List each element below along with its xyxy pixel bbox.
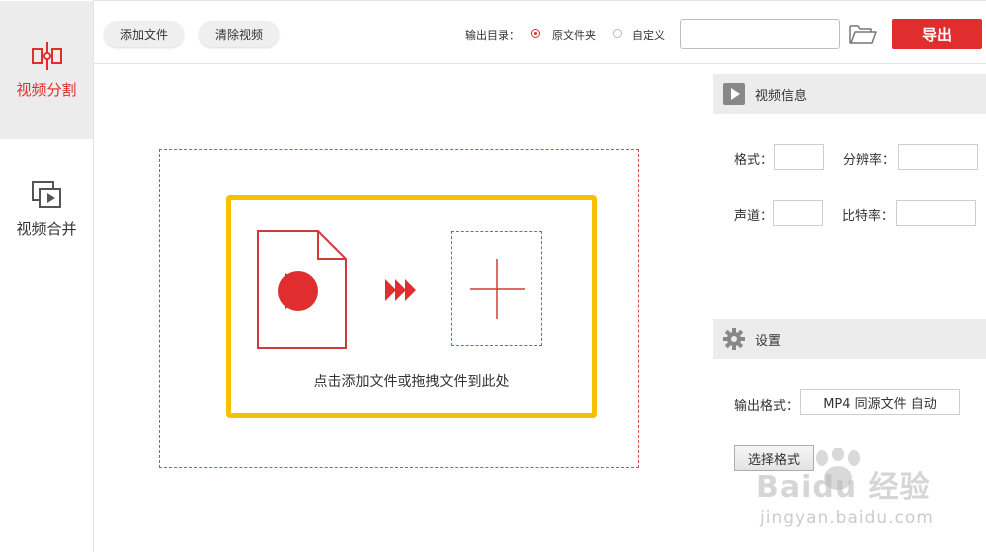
resolution-field <box>898 144 978 170</box>
channel-label: 声道： <box>734 209 774 224</box>
radio-source-folder[interactable] <box>531 29 540 38</box>
radio-custom-folder-label[interactable]: 自定义 <box>632 27 665 43</box>
add-file-target[interactable] <box>451 231 542 346</box>
toolbar: 添加文件 清除视频 输出目录： 原文件夹 自定义 导出 <box>94 0 986 64</box>
radio-source-folder-label[interactable]: 原文件夹 <box>552 27 596 43</box>
bitrate-label: 比特率： <box>842 209 895 224</box>
sidebar-item-label: 视频合并 <box>16 219 77 238</box>
video-info-title: 视频信息 <box>755 88 808 104</box>
merge-icon <box>31 180 61 208</box>
settings-title: 设置 <box>755 333 782 349</box>
output-format-label: 输出格式： <box>734 399 800 414</box>
bitrate-field <box>896 200 976 226</box>
split-icon <box>31 41 62 70</box>
sidebar-item-label: 视频分割 <box>16 80 77 99</box>
sidebar-item-video-split[interactable]: 视频分割 <box>0 1 93 139</box>
video-info-header: 视频信息 <box>713 74 986 114</box>
gear-icon <box>723 328 745 350</box>
watermark-url: jingyan.baidu.com <box>760 508 934 528</box>
watermark-brand: Baidu 经验 <box>756 470 931 505</box>
add-file-button[interactable]: 添加文件 <box>104 21 184 47</box>
sidebar: 视频分割 视频合并 <box>0 0 94 552</box>
play-icon <box>723 83 745 105</box>
video-file-icon <box>257 230 347 349</box>
output-dir-label: 输出目录： <box>465 29 520 42</box>
settings-header: 设置 <box>713 319 986 359</box>
output-format-select[interactable]: MP4 同源文件 自动 <box>800 389 960 415</box>
sidebar-item-video-merge[interactable]: 视频合并 <box>0 139 93 279</box>
resolution-label: 分辨率： <box>843 153 896 168</box>
format-label: 格式： <box>734 153 774 168</box>
format-field <box>774 144 824 170</box>
radio-custom-folder[interactable] <box>613 29 622 38</box>
output-path-input[interactable] <box>680 19 840 49</box>
channel-field <box>773 200 823 226</box>
folder-open-icon[interactable] <box>849 23 877 45</box>
plus-icon <box>470 259 525 319</box>
drop-hint-text: 点击添加文件或拖拽文件到此处 <box>313 374 510 390</box>
export-button[interactable]: 导出 <box>892 19 982 49</box>
forward-arrows-icon <box>385 279 416 301</box>
clear-video-button[interactable]: 清除视频 <box>199 21 279 47</box>
